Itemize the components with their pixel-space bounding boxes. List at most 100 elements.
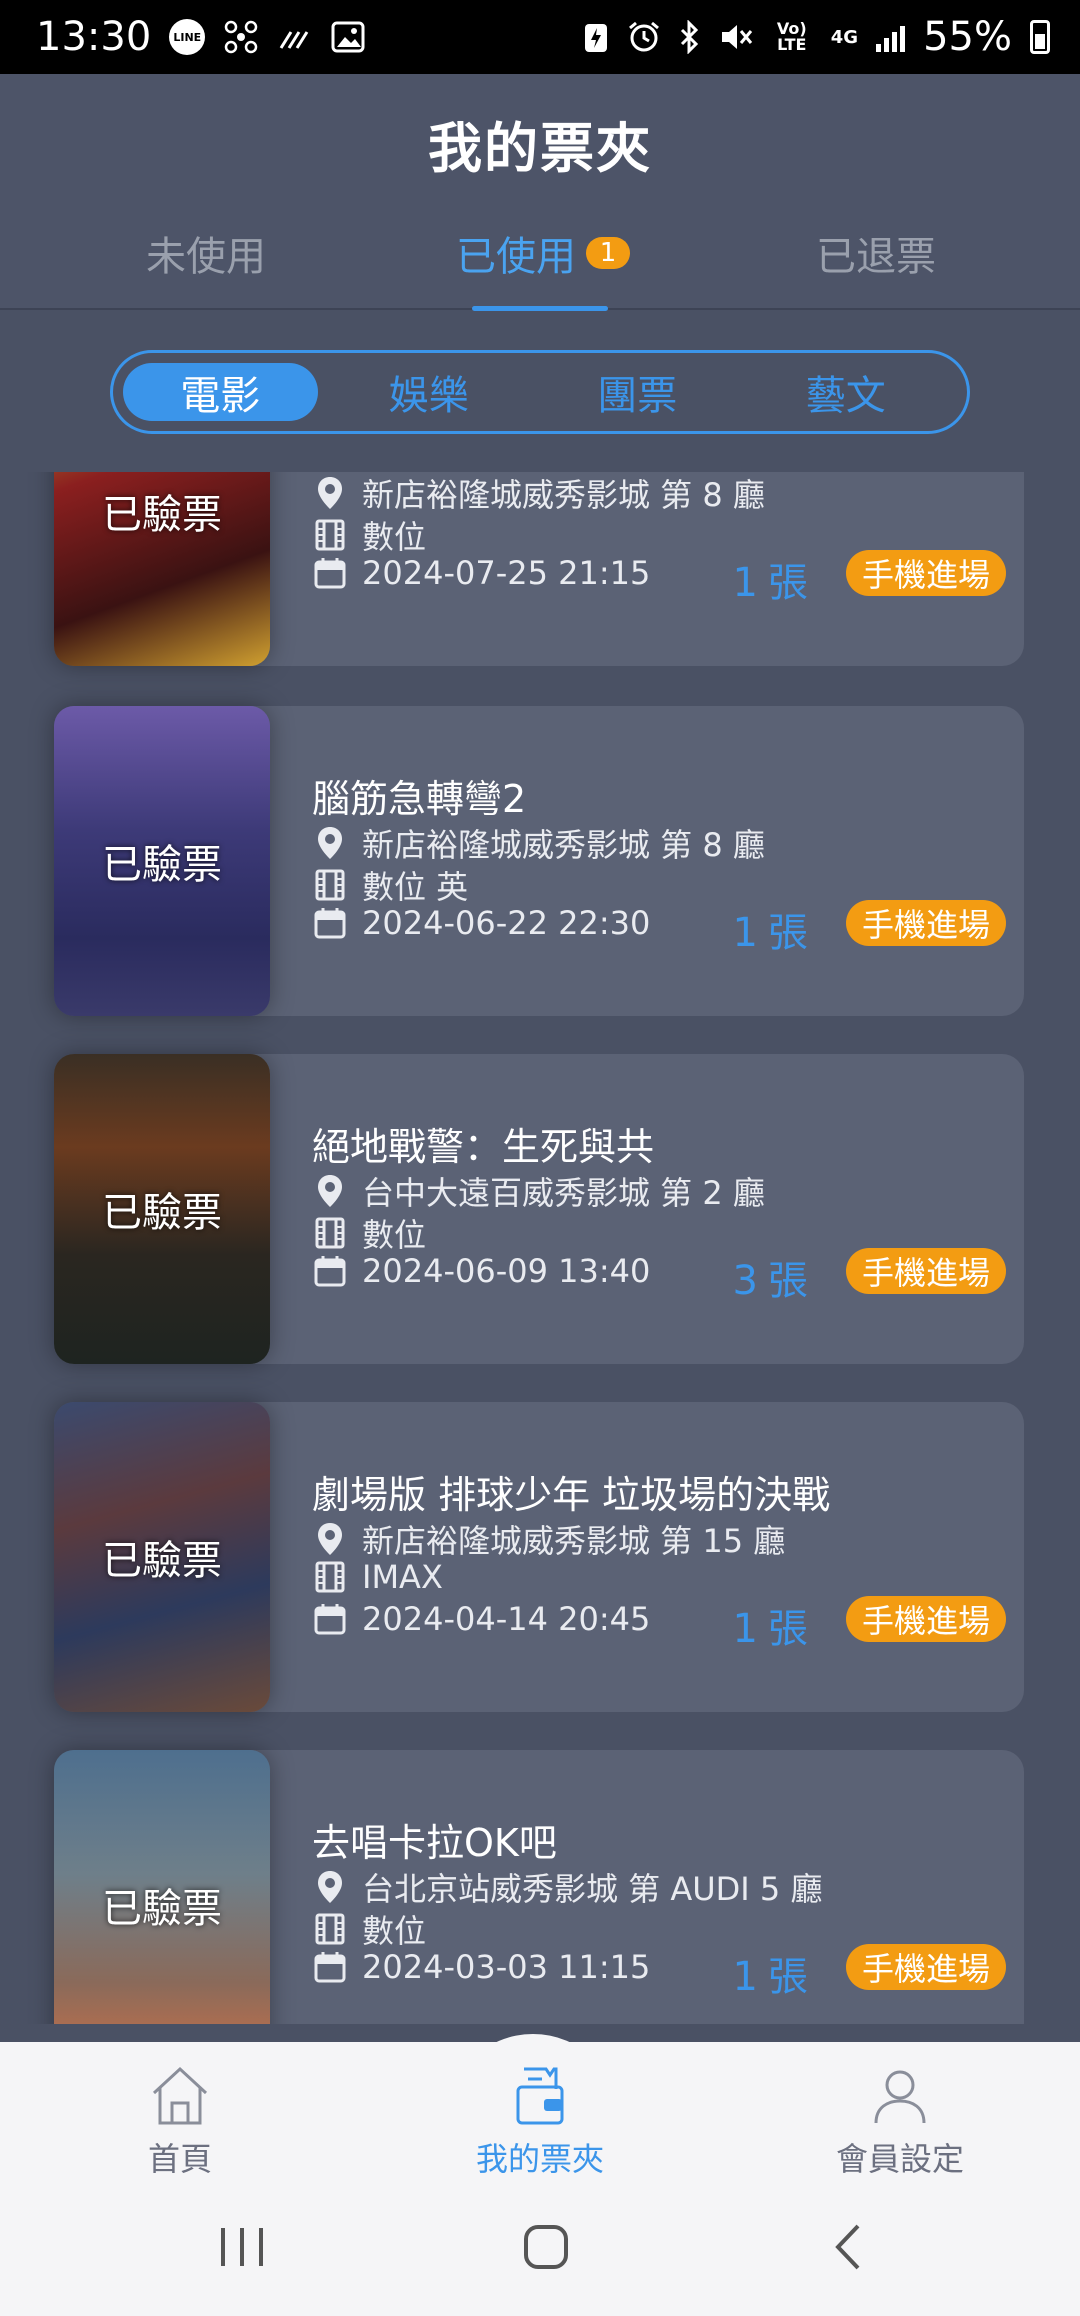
location-pin-icon bbox=[312, 1521, 348, 1557]
cinema-row: 新店裕隆城威秀影城 第 8 廳 bbox=[312, 472, 765, 516]
quantity-unit: 張 bbox=[768, 910, 808, 956]
film-icon bbox=[312, 1215, 348, 1251]
verified-stamp: 已驗票 bbox=[102, 842, 222, 888]
format-row: IMAX bbox=[312, 1558, 443, 1596]
nav-label: 首頁 bbox=[147, 2140, 212, 2178]
segment-group-ticket[interactable]: 團票 bbox=[540, 363, 735, 421]
verified-stamp: 已驗票 bbox=[102, 1538, 222, 1584]
ticket-info: 去唱卡拉OK吧 台北京站威秀影城 第 AUDI 5 廳 數位 2024-03-0… bbox=[312, 1750, 1024, 2024]
ticket-list[interactable]: 已驗票 新店裕隆城威秀影城 第 8 廳 數位 2024-07-25 21:15 … bbox=[0, 472, 1080, 2024]
location-pin-icon bbox=[312, 1173, 348, 1209]
screen-format: IMAX bbox=[362, 1558, 443, 1596]
segment-movie[interactable]: 電影 bbox=[123, 363, 318, 421]
volte-icon: Vo) LTE bbox=[776, 19, 807, 54]
tab-label: 已退票 bbox=[816, 234, 936, 280]
tab-refunded[interactable]: 已退票 bbox=[816, 224, 936, 282]
movie-poster: 已驗票 bbox=[54, 1750, 270, 2024]
quantity-value: 1 bbox=[732, 910, 758, 956]
page-title: 我的票夾 bbox=[428, 117, 652, 180]
active-tab-indicator bbox=[472, 306, 608, 311]
ticket-quantity: 3張 bbox=[733, 1248, 808, 1306]
segment-entertainment[interactable]: 娛樂 bbox=[332, 363, 527, 421]
mobile-entry-badge[interactable]: 手機進場 bbox=[845, 1248, 1006, 1294]
cinema-row: 新店裕隆城威秀影城 第 15 廳 bbox=[312, 1516, 785, 1562]
nav-label: 會員設定 bbox=[835, 2140, 964, 2178]
ticket-card[interactable]: 已驗票 腦筋急轉彎2 新店裕隆城威秀影城 第 8 廳 數位 英 2024-06-… bbox=[54, 706, 1024, 1016]
ticket-wallet-icon bbox=[440, 2062, 640, 2130]
ticket-card[interactable]: 已驗票 劇場版 排球少年 垃圾場的決戰 新店裕隆城威秀影城 第 15 廳 IMA… bbox=[54, 1402, 1024, 1712]
system-navigation-bar bbox=[0, 2182, 1080, 2316]
home-button-icon[interactable] bbox=[506, 2212, 586, 2282]
tab-label: 已使用 bbox=[456, 234, 576, 280]
datetime-row: 2024-04-14 20:45 bbox=[312, 1600, 650, 1638]
mobile-entry-badge[interactable]: 手機進場 bbox=[845, 550, 1006, 596]
location-pin-icon bbox=[312, 825, 348, 861]
calendar-icon bbox=[312, 1601, 348, 1637]
battery-icon bbox=[1030, 20, 1050, 54]
nav-ticket-wallet[interactable]: 我的票夾 bbox=[440, 2062, 640, 2180]
ticket-info: 絕地戰警：生死與共 台中大遠百威秀影城 第 2 廳 數位 2024-06-09 … bbox=[312, 1054, 1024, 1364]
ticket-card[interactable]: 已驗票 去唱卡拉OK吧 台北京站威秀影城 第 AUDI 5 廳 數位 2024-… bbox=[54, 1750, 1024, 2024]
verified-stamp: 已驗票 bbox=[102, 1886, 222, 1932]
movie-title: 去唱卡拉OK吧 bbox=[312, 1821, 557, 1865]
screen-format: 數位 bbox=[362, 1216, 427, 1254]
tab-used[interactable]: 已使用 1 bbox=[456, 224, 630, 282]
calendar-icon bbox=[312, 555, 348, 591]
calendar-icon bbox=[312, 1949, 348, 1985]
ticket-info: 劇場版 排球少年 垃圾場的決戰 新店裕隆城威秀影城 第 15 廳 IMAX 20… bbox=[312, 1402, 1024, 1712]
location-pin-icon bbox=[312, 1869, 348, 1905]
drone-icon bbox=[223, 19, 259, 55]
network-4g-icon: 4G bbox=[830, 26, 859, 48]
quantity-value: 1 bbox=[732, 560, 758, 606]
image-icon bbox=[331, 21, 365, 53]
location-pin-icon bbox=[312, 475, 348, 511]
home-icon bbox=[80, 2062, 280, 2130]
cinema-name: 新店裕隆城威秀影城 第 15 廳 bbox=[362, 1522, 786, 1560]
mute-icon bbox=[719, 21, 753, 53]
segment-arts[interactable]: 藝文 bbox=[749, 363, 944, 421]
recent-apps-icon[interactable] bbox=[202, 2212, 282, 2282]
mobile-entry-badge[interactable]: 手機進場 bbox=[845, 900, 1006, 946]
app-header: 我的票夾 未使用 已使用 1 已退票 bbox=[0, 74, 1080, 311]
line-icon-label: LINE bbox=[169, 19, 206, 55]
showtime: 2024-03-03 11:15 bbox=[362, 1948, 651, 1986]
nav-label: 我的票夾 bbox=[475, 2140, 604, 2178]
movie-title: 劇場版 排球少年 垃圾場的決戰 bbox=[312, 1473, 831, 1517]
screen-format: 數位 英 bbox=[362, 868, 469, 906]
datetime-row: 2024-06-22 22:30 bbox=[312, 904, 650, 942]
cinema-row: 新店裕隆城威秀影城 第 8 廳 bbox=[312, 820, 765, 866]
tab-unused[interactable]: 未使用 bbox=[146, 224, 266, 282]
showtime: 2024-06-09 13:40 bbox=[362, 1252, 651, 1290]
nav-home[interactable]: 首頁 bbox=[80, 2062, 280, 2180]
quantity-unit: 張 bbox=[768, 1258, 808, 1304]
ticket-status-tabs: 未使用 已使用 1 已退票 bbox=[0, 224, 1080, 311]
datetime-row: 2024-07-25 21:15 bbox=[312, 554, 650, 592]
movie-poster: 已驗票 bbox=[54, 1054, 270, 1364]
verified-stamp: 已驗票 bbox=[102, 492, 222, 538]
film-icon bbox=[312, 1911, 348, 1947]
ticket-quantity: 1張 bbox=[733, 900, 808, 958]
tab-count-badge: 1 bbox=[586, 237, 630, 269]
quantity-unit: 張 bbox=[768, 1606, 808, 1652]
verified-stamp: 已驗票 bbox=[102, 1190, 222, 1236]
ticket-card[interactable]: 已驗票 絕地戰警：生死與共 台中大遠百威秀影城 第 2 廳 數位 2024-06… bbox=[54, 1054, 1024, 1364]
film-icon bbox=[312, 867, 348, 903]
quantity-unit: 張 bbox=[768, 560, 808, 606]
ticket-card[interactable]: 已驗票 新店裕隆城威秀影城 第 8 廳 數位 2024-07-25 21:15 … bbox=[54, 472, 1024, 666]
movie-poster: 已驗票 bbox=[54, 472, 270, 666]
quantity-value: 1 bbox=[732, 1954, 758, 2000]
ticket-info: 新店裕隆城威秀影城 第 8 廳 數位 2024-07-25 21:15 1張 手… bbox=[312, 472, 1024, 666]
bluetooth-icon bbox=[679, 20, 701, 54]
nav-member-settings[interactable]: 會員設定 bbox=[800, 2062, 1000, 2180]
alarm-icon bbox=[627, 20, 661, 54]
cinema-name: 台北京站威秀影城 第 AUDI 5 廳 bbox=[362, 1870, 823, 1908]
film-icon bbox=[312, 517, 348, 553]
mobile-entry-badge[interactable]: 手機進場 bbox=[845, 1944, 1006, 1990]
category-segmented-control: 電影 娛樂 團票 藝文 bbox=[110, 350, 970, 434]
format-row: 數位 英 bbox=[312, 862, 468, 908]
tab-label: 未使用 bbox=[146, 234, 266, 280]
back-icon[interactable] bbox=[808, 2212, 888, 2282]
datetime-row: 2024-06-09 13:40 bbox=[312, 1252, 650, 1290]
mobile-entry-badge[interactable]: 手機進場 bbox=[845, 1596, 1006, 1642]
status-bar: 13:30 LINE Vo) LTE 4G 55% bbox=[0, 0, 1080, 74]
